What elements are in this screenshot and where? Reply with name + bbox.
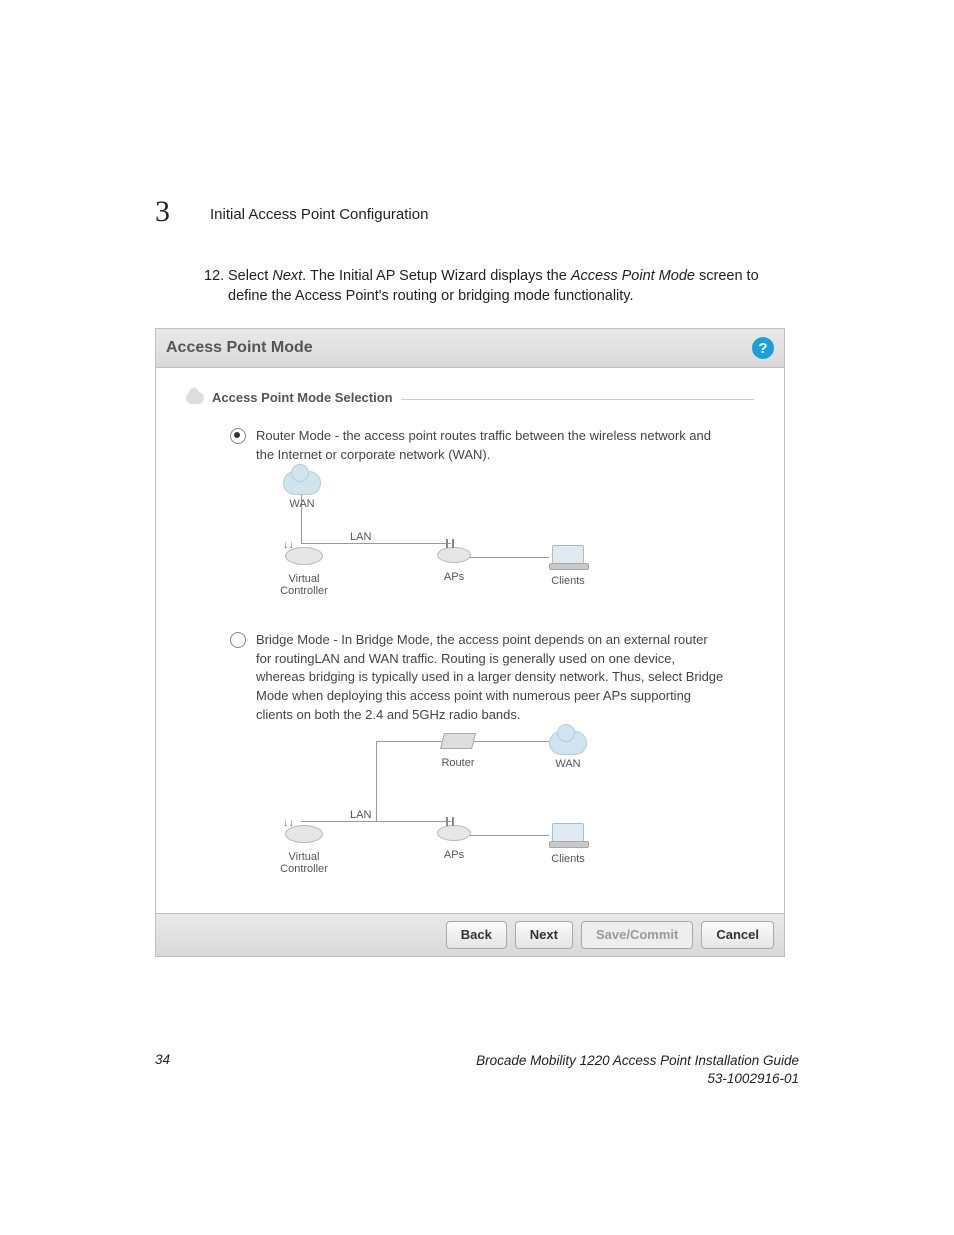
fieldset-legend: Access Point Mode Selection xyxy=(212,390,393,405)
router-mode-option[interactable]: Router Mode - the access point routes tr… xyxy=(230,427,754,465)
footer-text: Brocade Mobility 1220 Access Point Insta… xyxy=(476,1052,799,1088)
page-number: 34 xyxy=(155,1052,170,1067)
dialog-title: Access Point Mode xyxy=(166,339,313,357)
back-button[interactable]: Back xyxy=(446,921,507,949)
radio-icon[interactable] xyxy=(230,428,246,444)
step-text: 12. Select Next. The Initial AP Setup Wi… xyxy=(228,266,788,307)
bridge-mode-option[interactable]: Bridge Mode - In Bridge Mode, the access… xyxy=(230,631,754,725)
cancel-button[interactable]: Cancel xyxy=(701,921,774,949)
save-commit-button: Save/Commit xyxy=(581,921,693,949)
step-number: 12. xyxy=(204,266,224,286)
fieldset: Access Point Mode Selection Router Mode … xyxy=(186,390,754,891)
dialog-footer: Back Next Save/Commit Cancel xyxy=(156,913,784,956)
next-button[interactable]: Next xyxy=(515,921,573,949)
chapter-title: Initial Access Point Configuration xyxy=(210,206,428,223)
dialog-window: Access Point Mode ? Access Point Mode Se… xyxy=(155,328,785,957)
dialog-header: Access Point Mode ? xyxy=(156,329,784,368)
router-mode-label: Router Mode - the access point routes tr… xyxy=(256,427,726,465)
chapter-number: 3 xyxy=(155,195,170,229)
bridge-mode-diagram: Router WAN LAN ↓↓Virtual Controller APs … xyxy=(246,731,754,891)
bridge-mode-label: Bridge Mode - In Bridge Mode, the access… xyxy=(256,631,726,725)
router-mode-diagram: WAN LAN ↓↓Virtual Controller APs Clients xyxy=(246,471,754,609)
help-icon[interactable]: ? xyxy=(752,337,774,359)
cloud-icon xyxy=(186,392,204,404)
radio-icon[interactable] xyxy=(230,632,246,648)
